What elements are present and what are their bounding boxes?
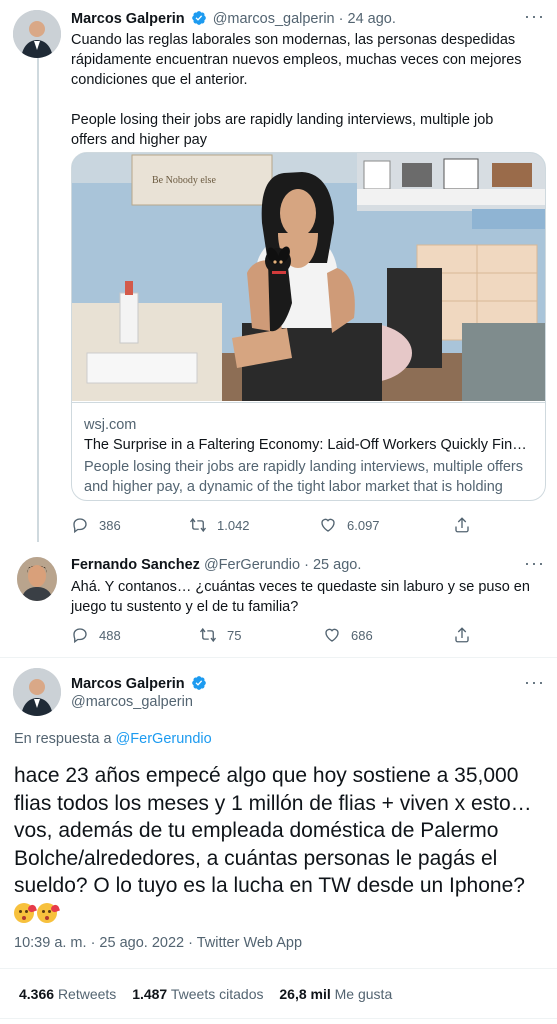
quotes-stat[interactable]: 1.487 Tweets citados bbox=[132, 986, 263, 1002]
author-handle-row: @marcos_galperin bbox=[71, 694, 193, 710]
main-tweet-body: hace 23 años empecé algo que hoy sostien… bbox=[14, 764, 532, 897]
kiss-emoji-icon bbox=[14, 902, 34, 923]
reply-mention-link[interactable]: @FerGerundio bbox=[116, 731, 212, 747]
tweet-header: Marcos Galperin @marcos_galperin · 24 ag… bbox=[71, 10, 396, 27]
avatar[interactable] bbox=[13, 10, 61, 58]
share-icon bbox=[455, 517, 469, 533]
retweets-stat[interactable]: 4.366 Retweets bbox=[19, 986, 116, 1002]
tweet-text: Cuando las reglas laborales son modernas… bbox=[71, 30, 531, 150]
tweet-header: Fernando Sanchez @FerGerundio · 25 ago. bbox=[71, 557, 361, 573]
link-card-meta: wsj.com The Surprise in a Faltering Econ… bbox=[72, 402, 545, 500]
share-button[interactable] bbox=[453, 626, 481, 644]
retweet-button[interactable]: 75 bbox=[199, 626, 241, 644]
heart-icon bbox=[325, 628, 339, 642]
link-card-domain: wsj.com bbox=[84, 417, 137, 433]
avatar[interactable] bbox=[13, 668, 61, 716]
tweet-stats: 4.366 Retweets 1.487 Tweets citados 26,8… bbox=[19, 986, 404, 1002]
author-handle[interactable]: @FerGerundio bbox=[204, 557, 300, 573]
author-name[interactable]: Marcos Galperin bbox=[71, 676, 185, 692]
reply-prefix: En respuesta a bbox=[14, 731, 112, 747]
reply-button[interactable]: 386 bbox=[71, 516, 121, 534]
retweet-icon bbox=[199, 627, 217, 643]
more-options-icon[interactable]: ··· bbox=[524, 6, 545, 27]
heart-icon bbox=[321, 518, 335, 532]
divider bbox=[0, 968, 557, 969]
tweet-text-es: Cuando las reglas laborales son modernas… bbox=[71, 32, 522, 88]
kiss-emoji-icon bbox=[37, 902, 57, 923]
tweet-text: Ahá. Y contanos… ¿cuántas veces te queda… bbox=[71, 579, 530, 615]
author-name-row: Marcos Galperin bbox=[71, 675, 209, 692]
likes-stat[interactable]: 26,8 mil Me gusta bbox=[279, 986, 392, 1002]
like-count: 6.097 bbox=[347, 517, 380, 533]
verified-badge-icon bbox=[191, 676, 206, 690]
tweet-timestamp[interactable]: 10:39 a. m. · 25 ago. 2022 · Twitter Web… bbox=[14, 935, 302, 951]
retweet-button[interactable]: 1.042 bbox=[189, 516, 250, 534]
tweet-date[interactable]: 25 ago. bbox=[313, 557, 361, 573]
link-card-image: Be Nobody else bbox=[72, 153, 545, 401]
like-count: 686 bbox=[351, 627, 373, 643]
more-options-icon[interactable]: ··· bbox=[524, 672, 545, 693]
like-button[interactable]: 686 bbox=[323, 626, 373, 644]
photo-illustration: Be Nobody else bbox=[72, 153, 545, 401]
author-handle[interactable]: @marcos_galperin bbox=[71, 694, 193, 710]
photo-sign-text: Be Nobody else bbox=[152, 175, 216, 186]
link-card[interactable]: Be Nobody else wsj.com The Surprise in a… bbox=[71, 152, 546, 501]
more-options-icon[interactable]: ··· bbox=[524, 553, 545, 574]
separator: · bbox=[338, 11, 344, 27]
author-handle[interactable]: @marcos_galperin bbox=[213, 11, 335, 27]
tweet-text-en: People losing their jobs are rapidly lan… bbox=[71, 112, 494, 148]
reply-icon bbox=[73, 518, 87, 534]
author-name[interactable]: Fernando Sanchez bbox=[71, 557, 200, 573]
retweet-icon bbox=[189, 517, 207, 533]
retweet-count: 1.042 bbox=[217, 517, 250, 533]
reply-icon bbox=[73, 628, 87, 644]
separator: · bbox=[304, 557, 309, 573]
tweet-actions: 386 1.042 6.097 bbox=[71, 516, 471, 536]
link-card-title: The Surprise in a Faltering Economy: Lai… bbox=[84, 437, 533, 453]
reply-context: En respuesta a @FerGerundio bbox=[14, 731, 212, 747]
retweet-count: 75 bbox=[227, 627, 242, 643]
thread-connector bbox=[37, 58, 39, 542]
tweet-date[interactable]: 24 ago. bbox=[348, 11, 396, 27]
author-name[interactable]: Marcos Galperin bbox=[71, 11, 185, 27]
share-icon bbox=[455, 627, 469, 643]
reply-count: 386 bbox=[99, 517, 121, 533]
divider bbox=[0, 657, 557, 658]
share-button[interactable] bbox=[453, 516, 481, 534]
main-tweet-text: hace 23 años empecé algo que hoy sostien… bbox=[14, 762, 544, 927]
divider bbox=[0, 1018, 557, 1019]
reply-count: 488 bbox=[99, 627, 121, 643]
avatar[interactable] bbox=[17, 557, 57, 601]
reply-button[interactable]: 488 bbox=[71, 626, 121, 644]
like-button[interactable]: 6.097 bbox=[319, 516, 380, 534]
verified-badge-icon bbox=[191, 11, 206, 25]
link-card-description: People losing their jobs are rapidly lan… bbox=[84, 459, 523, 500]
tweet-actions: 488 75 686 bbox=[71, 626, 471, 646]
